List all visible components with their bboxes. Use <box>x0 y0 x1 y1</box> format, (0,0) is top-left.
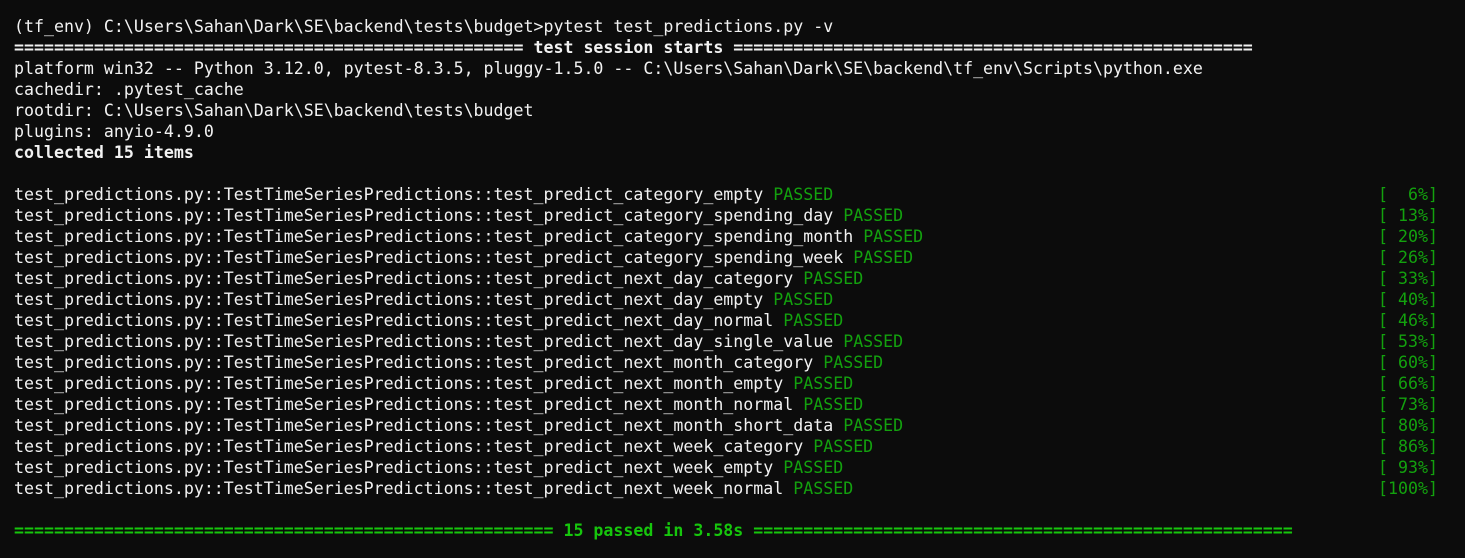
test-progress: [ 73%] <box>1378 395 1438 414</box>
test-status: PASSED <box>803 269 864 288</box>
test-result-row: test_predictions.py::TestTimeSeriesPredi… <box>0 289 1465 310</box>
test-result-row: test_predictions.py::TestTimeSeriesPredi… <box>0 226 1465 247</box>
test-progress: [ 6%] <box>1378 185 1438 204</box>
test-result-row: test_predictions.py::TestTimeSeriesPredi… <box>0 352 1465 373</box>
test-progress: [ 46%] <box>1378 311 1438 330</box>
test-progress: [ 80%] <box>1378 416 1438 435</box>
test-status: PASSED <box>813 437 874 456</box>
test-progress: [ 33%] <box>1378 269 1438 288</box>
test-name: test_predictions.py::TestTimeSeriesPredi… <box>14 227 854 246</box>
test-name: test_predictions.py::TestTimeSeriesPredi… <box>14 458 774 477</box>
test-result-row: test_predictions.py::TestTimeSeriesPredi… <box>0 478 1465 499</box>
test-name: test_predictions.py::TestTimeSeriesPredi… <box>14 332 834 351</box>
command-prompt-line: (tf_env) C:\Users\Sahan\Dark\SE\backend\… <box>14 17 834 36</box>
test-status: PASSED <box>773 290 834 309</box>
test-progress: [ 40%] <box>1378 290 1438 309</box>
cachedir-info: cachedir: .pytest_cache <box>14 80 244 99</box>
test-results-list: test_predictions.py::TestTimeSeriesPredi… <box>0 184 1465 499</box>
test-name: test_predictions.py::TestTimeSeriesPredi… <box>14 374 784 393</box>
test-result-row: test_predictions.py::TestTimeSeriesPredi… <box>0 331 1465 352</box>
test-name: test_predictions.py::TestTimeSeriesPredi… <box>14 395 794 414</box>
collected-info: collected 15 items <box>14 143 194 162</box>
test-name: test_predictions.py::TestTimeSeriesPredi… <box>14 290 764 309</box>
test-result-row: test_predictions.py::TestTimeSeriesPredi… <box>0 394 1465 415</box>
test-progress: [ 93%] <box>1378 458 1438 477</box>
test-status: PASSED <box>853 248 914 267</box>
platform-info: platform win32 -- Python 3.12.0, pytest-… <box>14 59 1203 78</box>
test-progress: [ 66%] <box>1378 374 1438 393</box>
test-name: test_predictions.py::TestTimeSeriesPredi… <box>14 311 774 330</box>
test-status: PASSED <box>783 311 844 330</box>
test-status: PASSED <box>843 416 904 435</box>
test-name: test_predictions.py::TestTimeSeriesPredi… <box>14 479 784 498</box>
rootdir-info: rootdir: C:\Users\Sahan\Dark\SE\backend\… <box>14 101 534 120</box>
test-progress: [ 13%] <box>1378 206 1438 225</box>
test-status: PASSED <box>863 227 924 246</box>
test-result-row: test_predictions.py::TestTimeSeriesPredi… <box>0 268 1465 289</box>
test-status: PASSED <box>793 374 854 393</box>
test-status: PASSED <box>843 332 904 351</box>
test-name: test_predictions.py::TestTimeSeriesPredi… <box>14 248 844 267</box>
test-name: test_predictions.py::TestTimeSeriesPredi… <box>14 269 794 288</box>
test-status: PASSED <box>783 458 844 477</box>
test-name: test_predictions.py::TestTimeSeriesPredi… <box>14 206 834 225</box>
test-progress: [100%] <box>1378 479 1438 498</box>
test-progress: [ 60%] <box>1378 353 1438 372</box>
test-status: PASSED <box>793 479 854 498</box>
test-result-row: test_predictions.py::TestTimeSeriesPredi… <box>0 184 1465 205</box>
test-status: PASSED <box>773 185 834 204</box>
test-result-row: test_predictions.py::TestTimeSeriesPredi… <box>0 310 1465 331</box>
test-result-row: test_predictions.py::TestTimeSeriesPredi… <box>0 373 1465 394</box>
test-result-row: test_predictions.py::TestTimeSeriesPredi… <box>0 247 1465 268</box>
test-progress: [ 26%] <box>1378 248 1438 267</box>
terminal-window[interactable]: (tf_env) C:\Users\Sahan\Dark\SE\backend\… <box>0 0 1465 558</box>
session-header: ========================================… <box>14 38 1253 57</box>
plugins-info: plugins: anyio-4.9.0 <box>14 122 214 141</box>
test-name: test_predictions.py::TestTimeSeriesPredi… <box>14 353 814 372</box>
test-progress: [ 53%] <box>1378 332 1438 351</box>
test-name: test_predictions.py::TestTimeSeriesPredi… <box>14 185 764 204</box>
test-status: PASSED <box>823 353 884 372</box>
test-result-row: test_predictions.py::TestTimeSeriesPredi… <box>0 436 1465 457</box>
test-progress: [ 20%] <box>1378 227 1438 246</box>
summary-line: ========================================… <box>14 521 1293 540</box>
test-result-row: test_predictions.py::TestTimeSeriesPredi… <box>0 415 1465 436</box>
test-name: test_predictions.py::TestTimeSeriesPredi… <box>14 416 834 435</box>
test-status: PASSED <box>803 395 864 414</box>
test-status: PASSED <box>843 206 904 225</box>
test-name: test_predictions.py::TestTimeSeriesPredi… <box>14 437 804 456</box>
test-result-row: test_predictions.py::TestTimeSeriesPredi… <box>0 457 1465 478</box>
test-progress: [ 86%] <box>1378 437 1438 456</box>
test-result-row: test_predictions.py::TestTimeSeriesPredi… <box>0 205 1465 226</box>
